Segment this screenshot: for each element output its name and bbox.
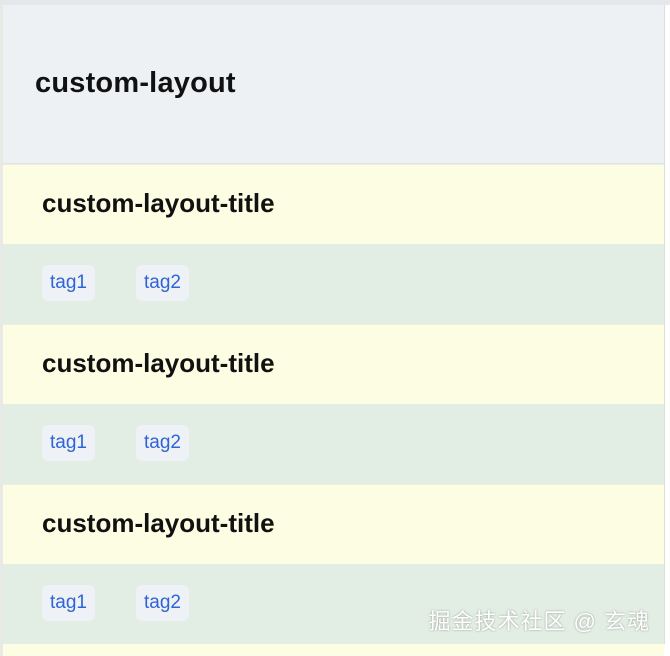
page-header: custom-layout <box>3 5 665 164</box>
card-title: custom-layout-title <box>42 508 275 538</box>
card-tags-row: tag1 tag2 <box>3 404 664 484</box>
tag[interactable]: tag1 <box>42 585 95 621</box>
tag[interactable]: tag2 <box>136 585 189 621</box>
tag[interactable]: tag2 <box>136 265 189 301</box>
next-card-edge <box>3 644 664 656</box>
card-title-row: custom-layout-title <box>3 324 664 404</box>
app-frame: custom-layout custom-layout-title tag1 t… <box>0 0 670 656</box>
watermark: 掘金技术社区 @ 玄魂 <box>428 609 650 634</box>
card-title: custom-layout-title <box>42 348 275 378</box>
card-item: custom-layout-title tag1 tag2 <box>3 324 664 484</box>
card-title-row: custom-layout-title <box>3 164 664 244</box>
tag[interactable]: tag2 <box>136 425 189 461</box>
card-title: custom-layout-title <box>42 188 275 218</box>
tag[interactable]: tag1 <box>42 265 95 301</box>
card-item: custom-layout-title tag1 tag2 <box>3 164 664 324</box>
card-tags-row: tag1 tag2 <box>3 244 664 324</box>
card-list: custom-layout-title tag1 tag2 custom-lay… <box>3 164 665 644</box>
card-title-row: custom-layout-title <box>3 484 664 564</box>
page-title: custom-layout <box>35 67 236 99</box>
tag[interactable]: tag1 <box>42 425 95 461</box>
